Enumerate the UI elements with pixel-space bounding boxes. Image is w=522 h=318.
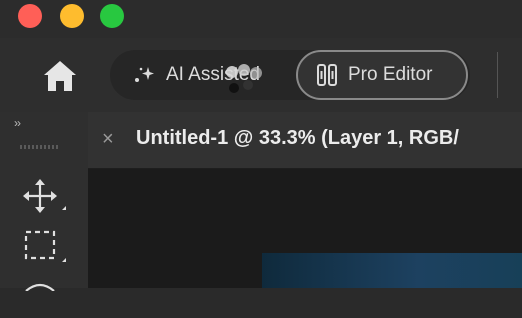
window-close-button[interactable] (18, 4, 42, 28)
tab-close-icon[interactable]: × (102, 128, 114, 151)
lasso-icon (25, 283, 55, 292)
tools-icon (316, 62, 338, 88)
pro-editor-mode-button[interactable]: Pro Editor (296, 50, 468, 100)
window-minimize-button[interactable] (60, 4, 84, 28)
rectangular-marquee-icon (24, 230, 66, 262)
document-canvas[interactable] (262, 253, 522, 288)
move-tool-button[interactable] (22, 176, 66, 216)
pro-editor-label: Pro Editor (348, 64, 433, 85)
home-icon (44, 61, 76, 91)
move-tool-icon (23, 179, 66, 213)
home-button[interactable] (40, 58, 80, 94)
toolbar-divider (497, 52, 498, 98)
window-maximize-button[interactable] (100, 4, 124, 28)
panel-grip-handle[interactable] (20, 145, 60, 149)
window-titlebar (0, 0, 522, 38)
sparkle-icon (132, 65, 156, 85)
panel-collapse-toggle[interactable]: ›› (14, 116, 21, 130)
document-tab-title[interactable]: Untitled-1 @ 33.3% (Layer 1, RGB/ (136, 127, 459, 150)
lasso-tool-button[interactable] (22, 278, 66, 318)
marquee-tool-button[interactable] (22, 226, 66, 266)
mode-toggle: AI Assisted Pro Editor (110, 50, 470, 100)
loading-spinner-icon (226, 64, 262, 93)
document-tab-bar: × Untitled-1 @ 33.3% (Layer 1, RGB/ (88, 112, 522, 169)
